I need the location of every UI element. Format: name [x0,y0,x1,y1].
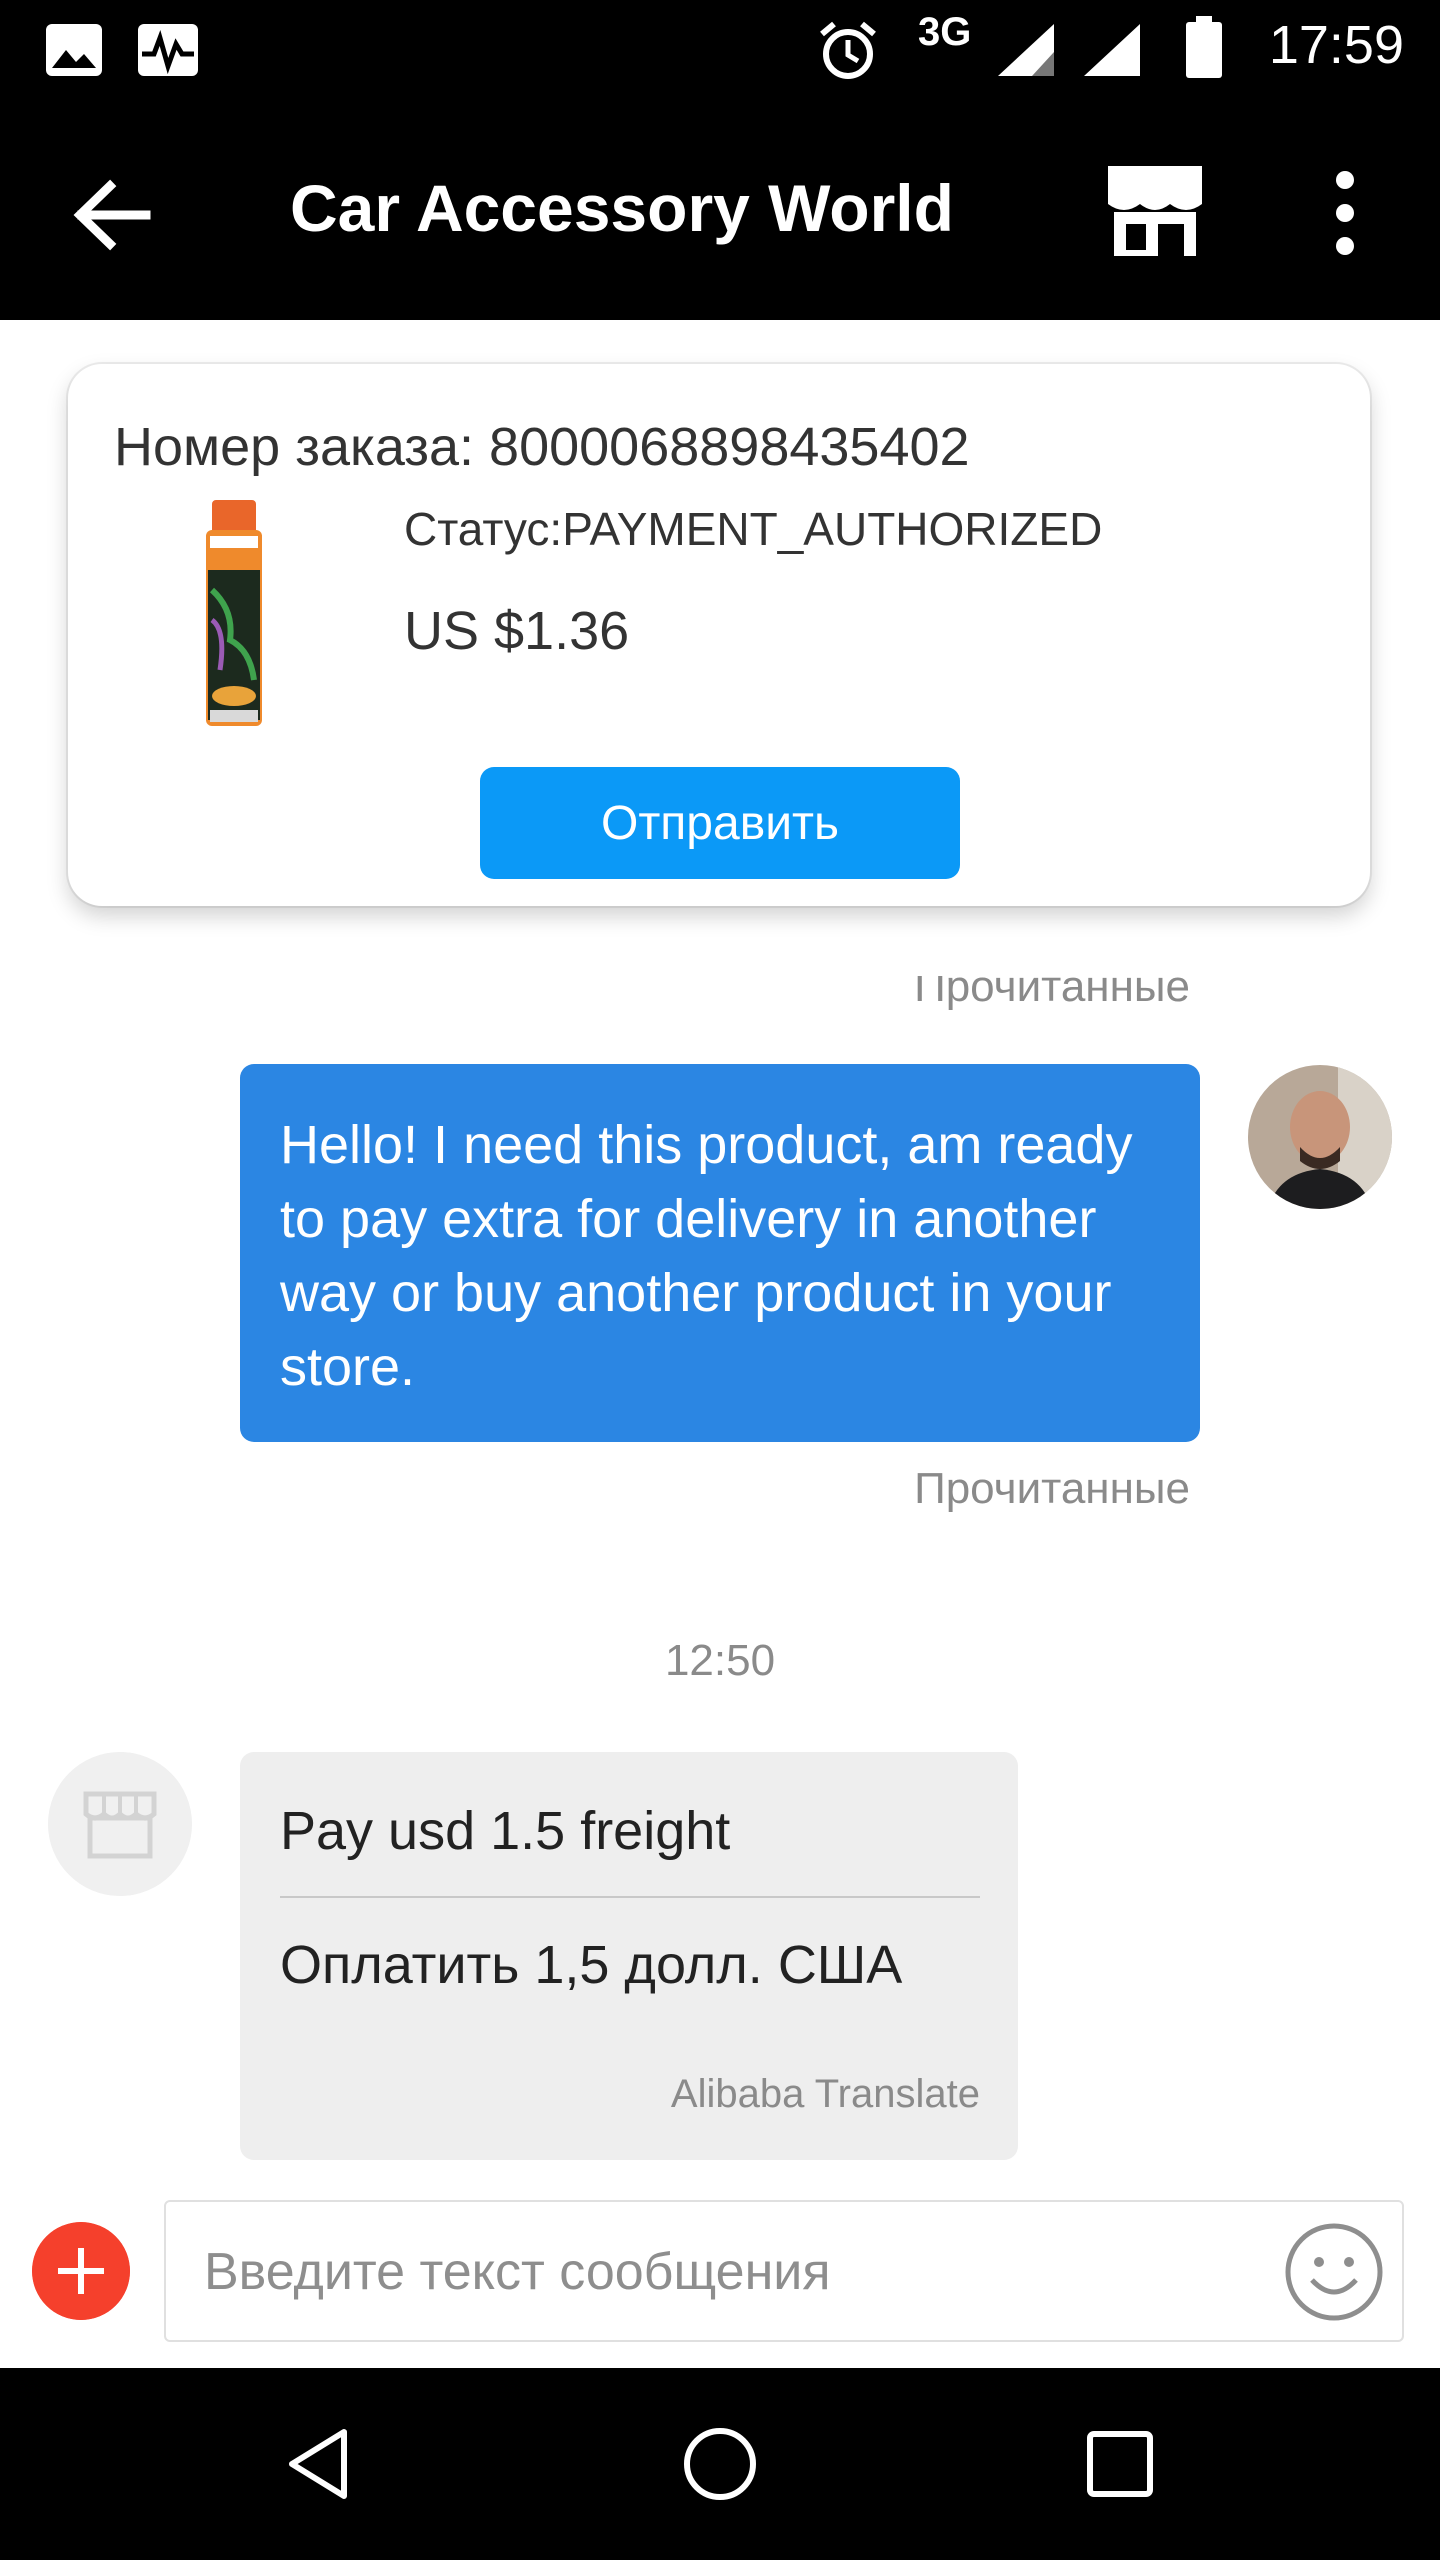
read-receipt-label: Прочитанные [914,976,1190,1011]
read-receipt-label: Прочитанные [914,1464,1190,1513]
activity-icon [138,24,198,76]
status-bar [0,0,1440,98]
nav-recents-icon[interactable] [1080,2424,1160,2504]
incoming-message-translation: Оплатить 1,5 долл. США [280,1935,903,1995]
signal-icon [998,24,1054,76]
nav-home-icon[interactable] [680,2424,760,2504]
message-timestamp: 12:50 [664,1636,776,1685]
translation-divider [280,1896,980,1898]
image-icon [46,24,102,76]
nav-back-icon[interactable] [282,2424,362,2504]
smiley-icon[interactable] [1282,2220,1386,2324]
plus-icon[interactable] [32,2222,130,2320]
signal-icon [1084,24,1140,76]
read-receipt: Прочитанные [860,976,1190,1026]
back-arrow-icon[interactable] [60,160,170,270]
incoming-message-text: Pay usd 1.5 freight [280,1801,731,1861]
battery-icon [1186,16,1222,78]
order-price: US $1.36 [404,601,630,661]
translate-credit: Alibaba Translate [670,2072,980,2116]
alarm-icon [820,21,876,79]
message-input-placeholder: Введите текст сообщения [204,2243,831,2301]
network-type: 3G [918,10,972,54]
store-icon[interactable] [1100,158,1210,268]
product-image[interactable] [190,500,278,730]
more-vertical-icon[interactable] [1300,158,1390,268]
send-order-button[interactable]: Отправить [480,767,960,879]
order-number: Номер заказа: 8000068898435402 [114,417,970,477]
outgoing-message-text: Hello! I need this product, am ready to … [280,1115,1133,1397]
status-time: 17:59 [1268,15,1404,75]
page-title: Car Accessory World [290,171,954,245]
user-avatar[interactable] [1248,1065,1392,1209]
order-status: Статус:PAYMENT_AUTHORIZED [404,503,1103,555]
store-avatar-icon[interactable] [48,1752,192,1896]
